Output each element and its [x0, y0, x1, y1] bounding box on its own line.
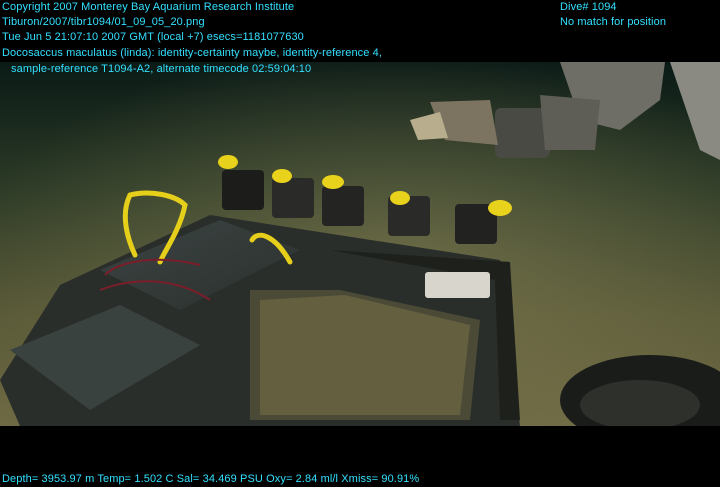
dive-number: Dive# 1094: [560, 1, 617, 13]
annotation-line-1: Docosaccus maculatus (linda): identity-c…: [2, 47, 383, 59]
sensor-readout: Depth= 3953.97 m Temp= 1.502 C Sal= 34.4…: [2, 473, 420, 485]
copyright-text: Copyright 2007 Monterey Bay Aquarium Res…: [2, 1, 295, 13]
datetime-text: Tue Jun 5 21:07:10 2007 GMT (local +7) e…: [2, 31, 304, 43]
image-path-text: Tiburon/2007/tibr1094/01_09_05_20.png: [2, 16, 205, 28]
annotation-line-2: sample-reference T1094-A2, alternate tim…: [11, 63, 312, 75]
position-status: No match for position: [560, 16, 667, 28]
